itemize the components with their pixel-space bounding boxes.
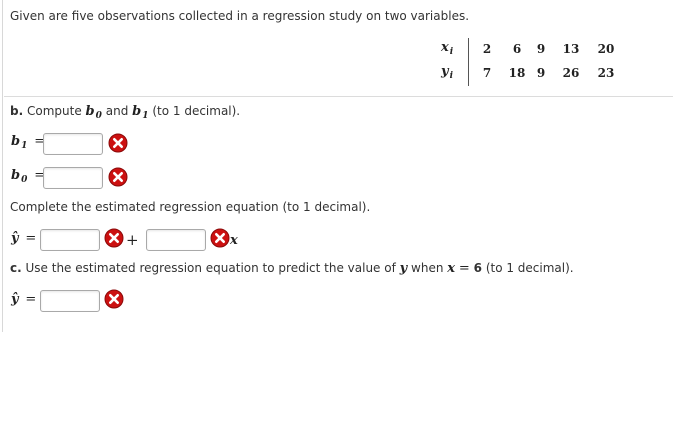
y-row-header: yi	[441, 64, 453, 81]
incorrect-x-icon	[108, 133, 128, 153]
b1-input[interactable]	[43, 133, 103, 155]
x-variable: x	[230, 233, 238, 248]
equation-instruction: Complete the estimated regression equati…	[10, 200, 371, 214]
b0-input[interactable]	[43, 167, 103, 189]
y-value: 26	[562, 66, 580, 80]
incorrect-x-icon	[104, 289, 124, 309]
x-value: 9	[536, 42, 546, 56]
x-value: 13	[562, 42, 580, 56]
incorrect-x-icon	[104, 228, 124, 248]
y-value: 23	[597, 66, 615, 80]
incorrect-x-icon	[108, 167, 128, 187]
b0-label: b0 =	[11, 168, 46, 185]
prediction-label: ŷ =	[11, 292, 37, 307]
b0-symbol: b0	[85, 104, 102, 121]
x-row-header: xi	[441, 40, 454, 57]
x-value: 20	[597, 42, 615, 56]
slope-input[interactable]	[146, 229, 206, 251]
b1-label: b1 =	[11, 134, 46, 151]
left-border	[2, 0, 3, 332]
prediction-input[interactable]	[40, 290, 100, 312]
intercept-input[interactable]	[40, 229, 100, 251]
part-c-heading: c. Use the estimated regression equation…	[10, 261, 574, 276]
part-b-heading: b. Compute b0 and b1 (to 1 decimal).	[10, 104, 241, 121]
plus-sign: +	[126, 231, 139, 249]
x-value: 2	[482, 42, 492, 56]
y-value: 7	[482, 66, 492, 80]
b1-symbol: b1	[132, 104, 149, 121]
incorrect-x-icon	[210, 228, 230, 248]
intro-text: Given are five observations collected in…	[10, 9, 470, 23]
table-separator	[468, 38, 469, 86]
y-value: 9	[536, 66, 546, 80]
yhat-label: ŷ =	[11, 231, 37, 246]
divider	[4, 96, 673, 97]
